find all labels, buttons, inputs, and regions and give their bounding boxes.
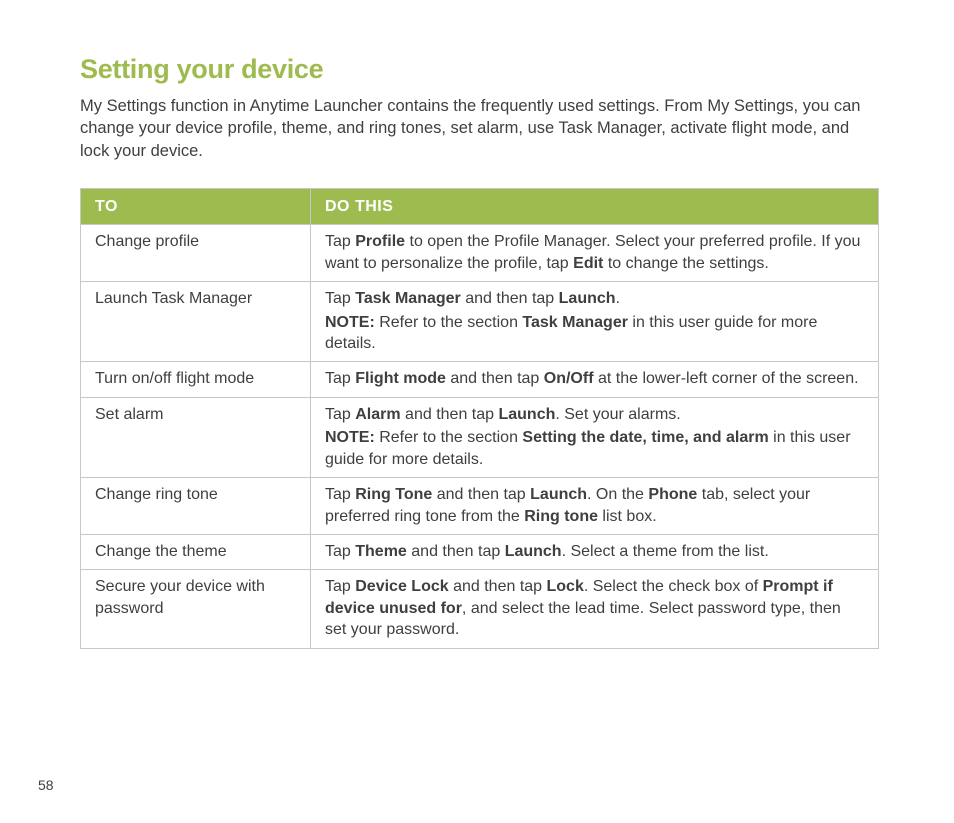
text: Tap <box>325 486 355 503</box>
text: Tap <box>325 543 355 560</box>
bold-text: Ring Tone <box>355 486 432 503</box>
cell-to: Change the theme <box>81 535 311 570</box>
text: and then tap <box>461 290 559 307</box>
bold-text: Launch <box>505 543 562 560</box>
bold-text: Theme <box>355 543 407 560</box>
table-row: Turn on/off flight mode Tap Flight mode … <box>81 362 879 397</box>
table-row: Secure your device with password Tap Dev… <box>81 570 879 648</box>
table-header-to: TO <box>81 188 311 224</box>
cell-to: Set alarm <box>81 397 311 477</box>
page-number: 58 <box>38 777 54 793</box>
bold-text: Task Manager <box>522 314 628 331</box>
table-row: Change profile Tap Profile to open the P… <box>81 225 879 282</box>
bold-text: On/Off <box>544 370 594 387</box>
bold-text: Setting the date, time, and alarm <box>522 429 768 446</box>
bold-text: Launch <box>498 406 555 423</box>
cell-do-this: Tap Ring Tone and then tap Launch. On th… <box>311 478 879 535</box>
bold-text: Task Manager <box>355 290 461 307</box>
bold-text: Ring tone <box>524 508 598 525</box>
bold-text: Flight mode <box>355 370 446 387</box>
table-row: Launch Task Manager Tap Task Manager and… <box>81 282 879 362</box>
table-row: Set alarm Tap Alarm and then tap Launch.… <box>81 397 879 477</box>
bold-text: Alarm <box>355 406 400 423</box>
bold-text: Edit <box>573 255 603 272</box>
bold-text: Device Lock <box>355 578 448 595</box>
bold-text: Launch <box>559 290 616 307</box>
cell-do-this: Tap Task Manager and then tap Launch. NO… <box>311 282 879 362</box>
text: at the lower-left corner of the screen. <box>594 370 859 387</box>
cell-do-this: Tap Profile to open the Profile Manager.… <box>311 225 879 282</box>
cell-to: Turn on/off flight mode <box>81 362 311 397</box>
cell-do-this: Tap Theme and then tap Launch. Select a … <box>311 535 879 570</box>
bold-text: Profile <box>355 233 405 250</box>
text: Tap <box>325 290 355 307</box>
text: and then tap <box>432 486 530 503</box>
text: Tap <box>325 370 355 387</box>
cell-to: Change ring tone <box>81 478 311 535</box>
text: list box. <box>598 508 657 525</box>
page-title: Setting your device <box>80 54 879 85</box>
cell-do-this: Tap Flight mode and then tap On/Off at t… <box>311 362 879 397</box>
text: and then tap <box>449 578 547 595</box>
text: and then tap <box>407 543 505 560</box>
cell-to: Change profile <box>81 225 311 282</box>
bold-text: Phone <box>648 486 697 503</box>
cell-do-this: Tap Device Lock and then tap Lock. Selec… <box>311 570 879 648</box>
text: Tap <box>325 406 355 423</box>
text: and then tap <box>401 406 499 423</box>
text: . <box>616 290 620 307</box>
intro-paragraph: My Settings function in Anytime Launcher… <box>80 95 879 162</box>
settings-table: TO DO THIS Change profile Tap Profile to… <box>80 188 879 649</box>
text: . On the <box>587 486 648 503</box>
note-label: NOTE: <box>325 429 375 446</box>
text: . Set your alarms. <box>555 406 680 423</box>
text: . Select a theme from the list. <box>562 543 769 560</box>
table-row: Change ring tone Tap Ring Tone and then … <box>81 478 879 535</box>
cell-do-this: Tap Alarm and then tap Launch. Set your … <box>311 397 879 477</box>
text: Tap <box>325 578 355 595</box>
cell-to: Launch Task Manager <box>81 282 311 362</box>
table-row: Change the theme Tap Theme and then tap … <box>81 535 879 570</box>
cell-to: Secure your device with password <box>81 570 311 648</box>
text: Refer to the section <box>375 429 523 446</box>
table-header-do-this: DO THIS <box>311 188 879 224</box>
text: Tap <box>325 233 355 250</box>
bold-text: Lock <box>547 578 584 595</box>
text: to change the settings. <box>603 255 768 272</box>
text: . Select the check box of <box>584 578 763 595</box>
text: and then tap <box>446 370 544 387</box>
text: Refer to the section <box>375 314 523 331</box>
note-label: NOTE: <box>325 314 375 331</box>
bold-text: Launch <box>530 486 587 503</box>
